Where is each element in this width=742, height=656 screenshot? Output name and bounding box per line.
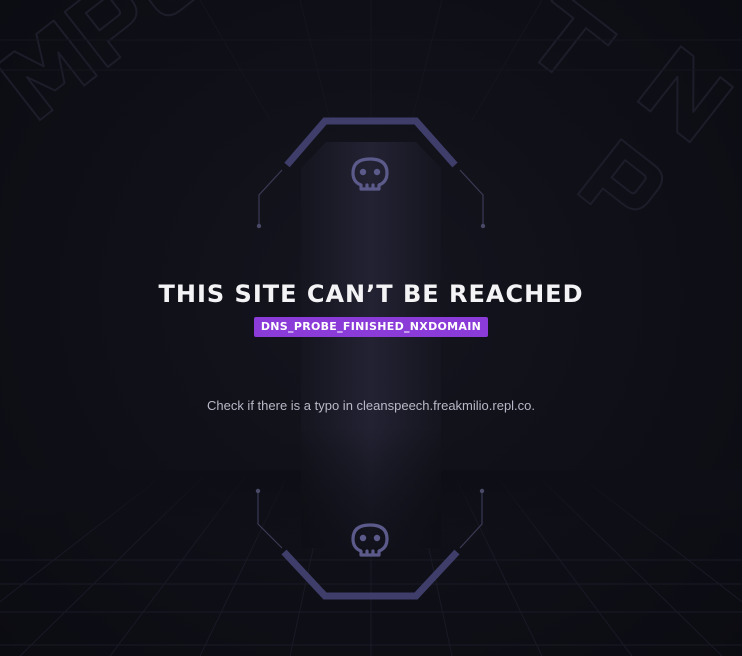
error-hint: Check if there is a typo in cleanspeech.… [206,398,536,413]
ceiling-grid [0,0,742,121]
error-title: THIS SITE CAN’T BE REACHED [158,280,584,308]
error-code-wrapper: DNS_PROBE_FINISHED_NXDOMAIN [0,317,742,337]
error-page: THIS SITE CAN’T BE REACHED DNS_PROBE_FIN… [0,0,742,656]
error-code-badge: DNS_PROBE_FINISHED_NXDOMAIN [253,317,489,337]
